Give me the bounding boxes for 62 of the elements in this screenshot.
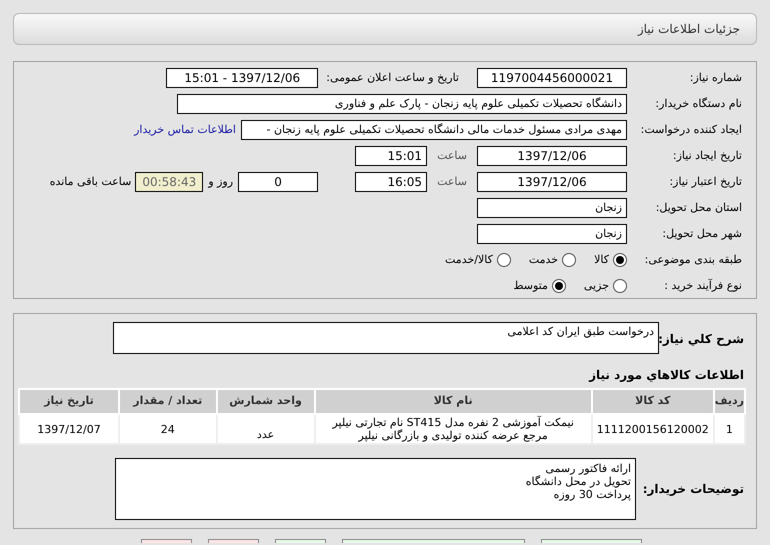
table-cell: 1397/12/07 [19, 414, 120, 444]
radio-button[interactable] [613, 279, 627, 293]
button[interactable] [141, 539, 192, 543]
input-field[interactable]: زنجان [477, 198, 627, 218]
input-field[interactable]: مهدی مرادی مسئول خدمات مالی دانشگاه تحصیلات تکمیلی علوم پایه زنجان - [241, 120, 627, 140]
field-label: تاریخ و ساعت اعلان عمومی: [326, 70, 459, 86]
table-cell: نیمکت آموزشی 2 نفره مدل ST415 نام تجارتی نیلپر مرجع عرضه کننده تولیدی و بازرگانی نیلپر [314, 414, 592, 444]
input-field[interactable]: 15:01 [355, 146, 428, 166]
field-label: استان محل تحویل: [654, 200, 742, 216]
table-cell: عدد [216, 414, 315, 444]
radio-button[interactable] [613, 253, 627, 267]
field-label: طبقه بندی موضوعی: [644, 252, 742, 268]
field-label: نام دستگاه خریدار: [654, 96, 742, 112]
column-header: تعداد / مقدار [119, 389, 217, 414]
input-field[interactable]: 1397/12/06 - 15:01 [166, 68, 318, 88]
field-label: شماره نیاز: [688, 70, 742, 86]
field-label: ایجاد کننده درخواست: [640, 122, 742, 138]
field-label: شرح کلي نياز: [659, 331, 744, 348]
button[interactable] [208, 539, 259, 543]
radio-label: خدمت [528, 252, 558, 268]
column-header: رديف [714, 389, 745, 414]
note-line: تحویل در محل دانشگاه [524, 475, 631, 488]
note-line: پرداخت 30 روزه [552, 488, 631, 501]
field-label: ساعت [437, 148, 467, 164]
contact-link[interactable]: اطلاعات تماس خریدار [134, 122, 236, 138]
field-label: شهر محل تحویل: [661, 226, 742, 242]
table-cell: 1 [714, 414, 745, 444]
column-header: تاريخ نياز [19, 389, 120, 414]
column-header: کد کالا [592, 389, 714, 414]
input-field[interactable]: 16:05 [355, 172, 428, 192]
field-label: روز و [208, 174, 234, 190]
field-label: ساعت باقی مانده [50, 174, 132, 190]
input-field[interactable]: 1397/12/06 [477, 172, 627, 192]
radio-button[interactable] [562, 253, 576, 267]
page-title: جزئیات اطلاعات نیاز [638, 21, 740, 38]
field-label: تاریخ اعتبار نیاز: [668, 174, 742, 190]
button[interactable] [342, 539, 525, 543]
input-field[interactable]: دانشگاه تحصیلات تکمیلی علوم پایه زنجان - پارک علم و فناوری [177, 94, 627, 114]
note-line: ارائه فاکتور رسمی [544, 462, 631, 475]
button[interactable] [541, 539, 642, 543]
input-field[interactable]: 1397/12/06 [477, 146, 627, 166]
column-header: واحد شمارش [216, 389, 315, 414]
table-cell: 1111200156120002 [592, 414, 714, 444]
section-title: اطلاعات کالاهاي مورد نياز [588, 367, 745, 384]
radio-button[interactable] [496, 253, 511, 267]
description-box: درخواست طبق ایران کد اعلامی [113, 322, 659, 354]
table-cell: 24 [119, 414, 217, 444]
radio-label: جزیی [584, 278, 609, 294]
field-label: نوع فرآیند خرید : [663, 278, 742, 294]
radio-button[interactable] [552, 279, 566, 293]
button[interactable] [275, 539, 326, 543]
radio-label: متوسط [513, 278, 548, 294]
field-label: توضیحات خریدار: [642, 481, 744, 498]
radio-label: کالا/خدمت [445, 252, 493, 268]
field-label: ساعت [437, 174, 467, 190]
field-label: تاریخ ایجاد نیاز: [672, 148, 742, 164]
input-field[interactable]: زنجان [477, 224, 627, 244]
column-header: نام کالا [314, 389, 592, 414]
input-field[interactable]: 00:58:43 [135, 172, 204, 192]
input-field[interactable]: 0 [238, 172, 318, 192]
radio-label: کالا [594, 252, 609, 268]
input-field[interactable]: 1197004456000021 [477, 68, 627, 88]
